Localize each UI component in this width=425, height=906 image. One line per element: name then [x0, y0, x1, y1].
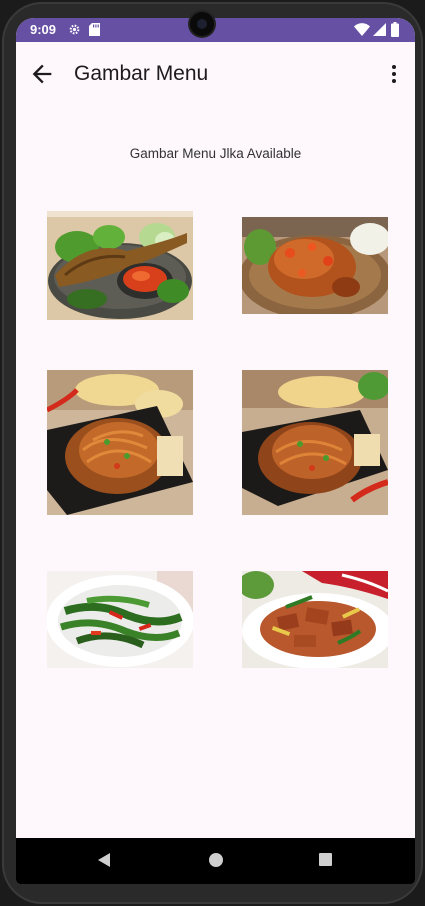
front-camera [190, 12, 214, 36]
back-button[interactable] [28, 60, 56, 88]
wifi-icon [354, 23, 370, 41]
triangle-back-icon [98, 853, 110, 867]
device-frame: 9:09 Gambar Menu Gambar Menu Jlka Availa… [2, 2, 423, 904]
page-title: Gambar Menu [74, 62, 209, 85]
menu-image-1[interactable] [47, 211, 193, 320]
app-bar: Gambar Menu [16, 42, 415, 106]
nav-home-button[interactable] [208, 852, 224, 873]
signal-icon [373, 23, 386, 41]
nav-back-button[interactable] [96, 852, 112, 873]
system-nav-bar [16, 838, 415, 884]
menu-image-2[interactable] [242, 217, 388, 314]
settings-icon [68, 23, 81, 41]
status-time: 9:09 [30, 22, 57, 37]
screen: 9:09 Gambar Menu Gambar Menu Jlka Availa… [16, 18, 415, 884]
overflow-menu-button[interactable] [385, 60, 403, 88]
sd-card-icon [89, 23, 100, 41]
circle-home-icon [209, 853, 223, 867]
menu-subtitle: Gambar Menu Jlka Available [129, 146, 302, 161]
menu-image-4[interactable] [242, 370, 388, 515]
arrow-back-icon [32, 64, 52, 84]
battery-icon [391, 22, 399, 42]
square-recents-icon [319, 853, 332, 866]
menu-image-3[interactable] [47, 370, 193, 515]
nav-recents-button[interactable] [318, 852, 333, 872]
more-vert-icon [392, 65, 396, 83]
menu-image-5[interactable] [47, 571, 193, 668]
status-bar: 9:09 [16, 18, 415, 42]
menu-image-6[interactable] [242, 571, 388, 668]
